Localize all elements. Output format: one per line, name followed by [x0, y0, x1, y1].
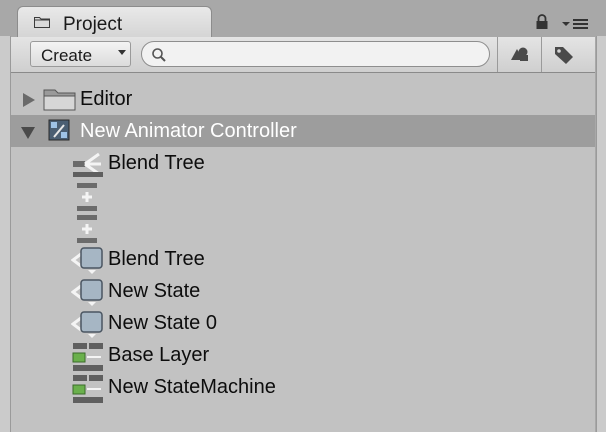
filter-by-label-button[interactable] [541, 37, 585, 72]
filter-by-type-button[interactable] [497, 37, 541, 72]
tree-item-label: New State 0 [108, 312, 217, 334]
create-button-label: Create [41, 46, 93, 65]
project-tree: Editor New Animator Controller Blend Tre… [11, 73, 595, 432]
folder-icon [34, 17, 50, 28]
search-field[interactable] [141, 41, 490, 67]
tree-item-label: New State [108, 280, 201, 302]
tree-item-label: Blend Tree [108, 152, 205, 174]
tree-item-blend-tree-state[interactable]: Blend Tree [11, 243, 595, 275]
transition-icon [77, 183, 97, 211]
tree-item-transition[interactable] [11, 179, 595, 211]
filter-type-icon [511, 47, 528, 61]
tree-item-blend-tree[interactable]: Blend Tree [11, 147, 595, 179]
animator-state-icon [71, 247, 103, 274]
blend-tree-icon [73, 152, 103, 177]
search-input[interactable] [172, 45, 476, 65]
tag-icon [555, 47, 573, 64]
animator-state-icon [71, 279, 103, 306]
project-window: Project Create Editor New Animator Contr… [0, 0, 606, 432]
tab-title: Project [63, 14, 123, 35]
tree-item-label: Base Layer [108, 344, 210, 366]
tree-item-animator-controller[interactable]: New Animator Controller [11, 115, 595, 147]
folder-icon [43, 89, 76, 111]
collapse-arrow-icon[interactable] [21, 127, 35, 139]
tree-item-new-state[interactable]: New State [11, 275, 595, 307]
state-machine-icon [72, 343, 103, 371]
transition-icon [77, 215, 97, 243]
tree-item-new-state-0[interactable]: New State 0 [11, 307, 595, 339]
right-panel-edge [596, 36, 606, 432]
tree-item-new-state-machine[interactable]: New StateMachine [11, 371, 595, 403]
dropdown-arrow-icon [118, 50, 126, 55]
create-button[interactable]: Create [30, 41, 131, 67]
tree-item-base-layer[interactable]: Base Layer [11, 339, 595, 371]
tab-project[interactable]: Project [17, 6, 212, 38]
animator-controller-icon [48, 119, 70, 141]
tree-item-label: New Animator Controller [80, 120, 297, 142]
tree-item-label: Blend Tree [108, 248, 205, 270]
lock-icon[interactable] [535, 14, 549, 30]
tree-item-editor[interactable]: Editor [11, 83, 595, 115]
tree-item-transition[interactable] [11, 211, 595, 243]
menu-icon[interactable] [561, 17, 591, 31]
tree-item-label: New StateMachine [108, 376, 276, 398]
left-panel-edge [0, 36, 11, 432]
tree-item-label: Editor [80, 88, 133, 110]
state-machine-icon [72, 375, 103, 403]
animator-state-icon [71, 311, 103, 338]
expand-arrow-icon[interactable] [23, 93, 35, 107]
search-icon [152, 48, 166, 62]
